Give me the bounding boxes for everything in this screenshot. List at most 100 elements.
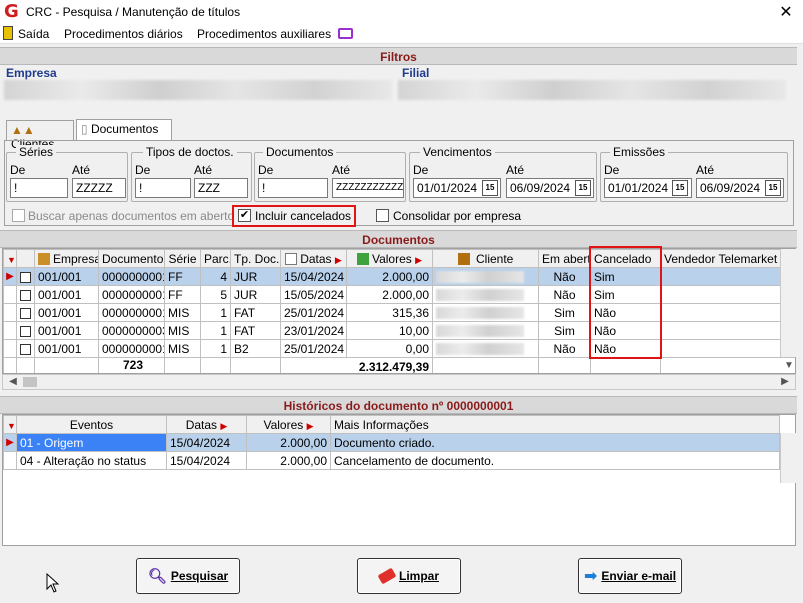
- people-icon: ▲▲: [11, 123, 35, 137]
- consolidate-label: Consolidar por empresa: [393, 209, 522, 223]
- mouse-cursor-icon: [46, 573, 60, 593]
- table-row[interactable]: 001/001 0000000001 FF 5 JUR 15/05/2024 2…: [3, 285, 795, 304]
- col-history-dates[interactable]: Datas ▶: [166, 415, 247, 434]
- issues-from-label: De: [604, 163, 620, 177]
- col-parc[interactable]: Parc.: [200, 249, 231, 268]
- row-pointer-icon: ▶: [3, 433, 17, 452]
- search-icon: 🔍︎: [147, 568, 167, 585]
- company-field[interactable]: [4, 80, 392, 100]
- col-history-values[interactable]: Valores ▶: [246, 415, 331, 434]
- open-only-checkbox[interactable]: [12, 209, 25, 222]
- documents-to-label: Até: [332, 163, 351, 177]
- doc-types-to-input[interactable]: ZZZ: [194, 178, 248, 198]
- client-blurred: [436, 271, 524, 284]
- row-checkbox[interactable]: [20, 271, 31, 283]
- table-row[interactable]: 04 - Alteração no status 15/04/2024 2.00…: [3, 451, 780, 470]
- documents-header-row: ▼ Empresa Documento Série Parc. Tp. Doc.…: [3, 249, 795, 268]
- row-checkbox[interactable]: [20, 289, 31, 301]
- row-checkbox[interactable]: [20, 343, 31, 355]
- client-blurred: [436, 307, 524, 320]
- client-blurred: [436, 289, 524, 302]
- sort-arrow-icon[interactable]: ▼: [3, 249, 17, 268]
- documents-to-input[interactable]: ZZZZZZZZZZZZZZ: [332, 178, 404, 198]
- history-header-row: ▼ Eventos Datas ▶ Valores ▶ Mais Informa…: [3, 415, 780, 434]
- col-more-info[interactable]: Mais Informações: [330, 415, 780, 434]
- calendar-icon[interactable]: 15: [575, 180, 591, 196]
- eraser-icon: [377, 567, 397, 585]
- col-doc-type[interactable]: Tp. Doc.: [230, 249, 281, 268]
- documents-header: Documentos: [0, 230, 797, 248]
- series-to-input[interactable]: ZZZZZ: [72, 178, 126, 198]
- include-cancelled-checkbox[interactable]: ✔: [238, 209, 251, 222]
- history-vscroll[interactable]: [780, 433, 796, 483]
- documents-from-input[interactable]: !: [258, 178, 328, 198]
- scroll-right-icon[interactable]: ▶: [777, 375, 793, 389]
- table-row[interactable]: 001/001 0000000001 MIS 1 B2 25/01/2024 0…: [3, 339, 795, 358]
- scroll-down-icon[interactable]: ▼: [781, 359, 797, 373]
- document-icon: ▯: [81, 122, 88, 136]
- arrow-right-icon: ➡: [583, 568, 598, 585]
- menu-aux-procedures[interactable]: Procedimentos auxiliares: [197, 27, 331, 41]
- calendar-icon[interactable]: 15: [765, 180, 781, 196]
- col-document[interactable]: Documento: [98, 249, 165, 268]
- total-count: 723: [123, 358, 144, 372]
- include-cancelled-label: Incluir cancelados: [255, 209, 352, 223]
- series-from-input[interactable]: !: [10, 178, 68, 198]
- tab-clients[interactable]: ▲▲ Clientes: [6, 120, 74, 151]
- table-row[interactable]: 001/001 0000000001 MIS 1 FAT 25/01/2024 …: [3, 303, 795, 322]
- documents-group-title: Documentos: [263, 145, 337, 159]
- branch-label: Filial: [402, 66, 430, 80]
- menu-exit[interactable]: Saída: [18, 27, 49, 41]
- menu-bar: Saída Procedimentos diários Procedimento…: [0, 24, 803, 44]
- sort-arrow-icon[interactable]: ▼: [3, 415, 17, 434]
- people-icon: [457, 253, 470, 266]
- scroll-thumb[interactable]: [23, 377, 37, 387]
- table-row[interactable]: ▶ 01 - Origem 15/04/2024 2.000,00 Docume…: [3, 433, 780, 452]
- calendar-icon[interactable]: 15: [672, 180, 688, 196]
- row-checkbox[interactable]: [20, 307, 31, 319]
- history-grid: ▼ Eventos Datas ▶ Valores ▶ Mais Informa…: [2, 414, 796, 546]
- documents-grid: ▼ Empresa Documento Série Parc. Tp. Doc.…: [2, 248, 796, 374]
- col-client[interactable]: Cliente: [432, 249, 539, 268]
- documents-from-label: De: [258, 163, 274, 177]
- exit-icon: [3, 26, 13, 40]
- col-values[interactable]: Valores ▶: [346, 249, 433, 268]
- col-dates[interactable]: Datas ▶: [280, 249, 347, 268]
- client-blurred: [436, 343, 524, 356]
- row-checkbox[interactable]: [20, 325, 31, 337]
- documents-hscroll[interactable]: ◀ ▶: [2, 374, 796, 390]
- company-label: Empresa: [6, 66, 57, 80]
- monitor-icon[interactable]: [338, 28, 353, 39]
- doc-types-from-input[interactable]: !: [135, 178, 191, 198]
- col-company[interactable]: Empresa: [34, 249, 99, 268]
- menu-daily-procedures[interactable]: Procedimentos diários: [64, 27, 183, 41]
- col-series[interactable]: Série: [164, 249, 201, 268]
- clear-button[interactable]: Limpar: [357, 558, 461, 594]
- history-table: ▼ Eventos Datas ▶ Valores ▶ Mais Informa…: [3, 415, 780, 470]
- documents-vscroll[interactable]: ▼: [780, 249, 796, 371]
- send-email-button[interactable]: ➡ Enviar e-mail: [578, 558, 682, 594]
- filters-header: Filtros: [0, 47, 797, 65]
- history-header: Históricos do documento nº 0000000001: [0, 396, 797, 414]
- calendar-icon[interactable]: 15: [482, 180, 498, 196]
- tab-documents[interactable]: ▯ Documentos: [76, 119, 172, 140]
- total-value: 2.312.479,39: [280, 357, 433, 373]
- issues-title: Emissões: [610, 145, 669, 159]
- close-button[interactable]: ✕: [776, 2, 796, 22]
- scroll-left-icon[interactable]: ◀: [5, 375, 21, 389]
- window-title: CRC - Pesquisa / Manutenção de títulos: [26, 5, 241, 19]
- tab-documents-label: Documentos: [90, 122, 159, 136]
- col-events[interactable]: Eventos: [16, 415, 167, 434]
- title-bar: G CRC - Pesquisa / Manutenção de títulos…: [0, 0, 803, 24]
- money-icon: [356, 253, 369, 266]
- search-button[interactable]: 🔍︎ Pesquisar: [136, 558, 240, 594]
- table-row[interactable]: ▶ 001/001 0000000001 FF 4 JUR 15/04/2024…: [3, 267, 795, 286]
- due-from-label: De: [413, 163, 429, 177]
- doc-types-from-label: De: [135, 163, 151, 177]
- table-row[interactable]: 001/001 0000000003 MIS 1 FAT 23/01/2024 …: [3, 321, 795, 340]
- branch-field[interactable]: [398, 80, 786, 100]
- col-salesperson[interactable]: Vendedor Telemarket: [660, 249, 795, 268]
- col-open[interactable]: Em aberto: [538, 249, 591, 268]
- consolidate-checkbox[interactable]: [376, 209, 389, 222]
- doc-types-to-label: Até: [194, 163, 213, 177]
